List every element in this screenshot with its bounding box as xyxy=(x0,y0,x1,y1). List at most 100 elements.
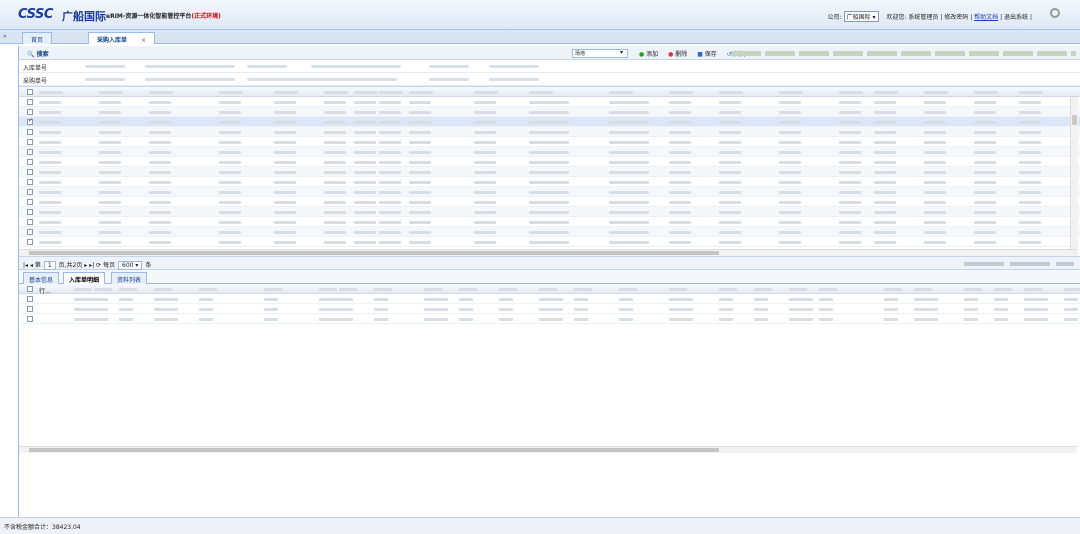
select-all-checkbox[interactable] xyxy=(27,286,33,292)
column-header[interactable] xyxy=(339,288,357,291)
column-header[interactable] xyxy=(264,288,282,291)
column-header[interactable] xyxy=(219,91,243,94)
collapse-icon[interactable]: » xyxy=(3,33,7,40)
column-header[interactable] xyxy=(499,288,517,291)
column-header[interactable] xyxy=(39,91,63,94)
row-checkbox[interactable] xyxy=(27,99,33,105)
column-header[interactable] xyxy=(1024,288,1042,291)
row-checkbox[interactable] xyxy=(27,139,33,145)
prev-page-button[interactable]: ◂ xyxy=(30,262,33,269)
column-header[interactable] xyxy=(924,91,948,94)
column-header[interactable] xyxy=(779,91,803,94)
table-row[interactable] xyxy=(19,127,1080,137)
filter-input[interactable] xyxy=(429,65,469,68)
toolbar-extra-buttons[interactable] xyxy=(731,51,1076,56)
row-checkbox[interactable] xyxy=(27,229,33,235)
column-header[interactable] xyxy=(99,91,123,94)
delete-button[interactable]: ● 删除 xyxy=(668,51,691,58)
filter-input[interactable] xyxy=(311,65,401,68)
table-row[interactable] xyxy=(19,197,1080,207)
column-header[interactable] xyxy=(119,288,137,291)
column-header[interactable] xyxy=(274,91,298,94)
column-header[interactable] xyxy=(819,288,837,291)
select-all-checkbox[interactable] xyxy=(27,89,33,95)
column-header[interactable] xyxy=(884,288,902,291)
filter-date-range[interactable] xyxy=(247,78,397,81)
column-header[interactable] xyxy=(474,91,498,94)
filter-input[interactable] xyxy=(489,65,539,68)
column-header[interactable] xyxy=(319,288,337,291)
table-row[interactable] xyxy=(19,147,1080,157)
close-icon[interactable]: × xyxy=(141,37,146,44)
gear-icon[interactable] xyxy=(1050,8,1060,18)
column-header[interactable] xyxy=(609,91,633,94)
table-row[interactable] xyxy=(19,237,1080,247)
table-row[interactable] xyxy=(19,187,1080,197)
company-select[interactable]: 广船国际 ▾ xyxy=(843,11,879,22)
next-page-button[interactable]: ▸ xyxy=(84,262,87,269)
column-header[interactable] xyxy=(409,91,433,94)
tab-basic-info[interactable]: 基本信息 xyxy=(23,272,60,284)
first-page-button[interactable]: |◂ xyxy=(23,262,28,269)
row-checkbox[interactable] xyxy=(27,306,33,312)
table-row[interactable] xyxy=(19,157,1080,167)
column-header[interactable] xyxy=(619,288,637,291)
column-header[interactable] xyxy=(574,288,592,291)
column-header[interactable] xyxy=(94,288,112,291)
column-header[interactable] xyxy=(789,288,807,291)
row-checkbox[interactable] xyxy=(27,219,33,225)
column-header[interactable] xyxy=(74,288,92,291)
last-page-button[interactable]: ▸| xyxy=(89,262,94,269)
row-checkbox[interactable] xyxy=(27,109,33,115)
logout-link[interactable]: 退出系统 xyxy=(1004,14,1028,21)
column-header[interactable] xyxy=(994,288,1012,291)
filter-input[interactable] xyxy=(489,78,539,81)
column-header[interactable] xyxy=(149,91,173,94)
row-checkbox[interactable] xyxy=(27,117,33,125)
detail-row[interactable] xyxy=(19,294,1080,304)
column-header[interactable] xyxy=(1064,288,1080,291)
column-header[interactable] xyxy=(914,288,932,291)
column-header[interactable] xyxy=(354,91,378,94)
table-row[interactable] xyxy=(19,107,1080,117)
tab-documents[interactable]: 资料列表 xyxy=(111,272,148,284)
row-checkbox[interactable] xyxy=(27,239,33,245)
column-header[interactable] xyxy=(199,288,217,291)
detail-row[interactable] xyxy=(19,314,1080,324)
row-checkbox[interactable] xyxy=(27,129,33,135)
row-checkbox[interactable] xyxy=(27,316,33,322)
column-header[interactable] xyxy=(719,288,737,291)
row-checkbox[interactable] xyxy=(27,179,33,185)
filter-input[interactable] xyxy=(85,78,125,81)
vertical-scrollbar[interactable] xyxy=(1070,97,1078,255)
table-row[interactable] xyxy=(19,97,1080,107)
column-header[interactable] xyxy=(324,91,348,94)
column-header[interactable] xyxy=(539,288,557,291)
table-row[interactable] xyxy=(19,227,1080,237)
table-row[interactable] xyxy=(19,177,1080,187)
refresh-icon[interactable]: ⟳ xyxy=(96,262,101,269)
add-button[interactable]: ● 添加 xyxy=(639,51,662,58)
column-header[interactable] xyxy=(379,91,403,94)
row-checkbox[interactable] xyxy=(27,169,33,175)
filter-input[interactable] xyxy=(85,65,125,68)
filter-input[interactable] xyxy=(145,78,235,81)
change-password-link[interactable]: 修改密码 xyxy=(944,14,968,21)
row-checkbox[interactable] xyxy=(27,159,33,165)
column-header[interactable] xyxy=(719,91,743,94)
column-header[interactable] xyxy=(529,91,553,94)
row-checkbox[interactable] xyxy=(27,149,33,155)
row-checkbox[interactable] xyxy=(27,209,33,215)
column-header[interactable] xyxy=(964,288,982,291)
filter-input[interactable] xyxy=(145,65,235,68)
column-header[interactable] xyxy=(669,288,687,291)
column-header[interactable] xyxy=(754,288,772,291)
tab-inbound-detail[interactable]: 入库单明细 xyxy=(63,272,106,284)
filter-input[interactable] xyxy=(247,65,287,68)
column-header[interactable] xyxy=(1019,91,1043,94)
tab-home[interactable]: 首页 xyxy=(22,32,53,44)
column-header[interactable] xyxy=(154,288,172,291)
detail-horizontal-scrollbar[interactable] xyxy=(19,446,1077,453)
column-header[interactable] xyxy=(669,91,693,94)
row-checkbox[interactable] xyxy=(27,199,33,205)
